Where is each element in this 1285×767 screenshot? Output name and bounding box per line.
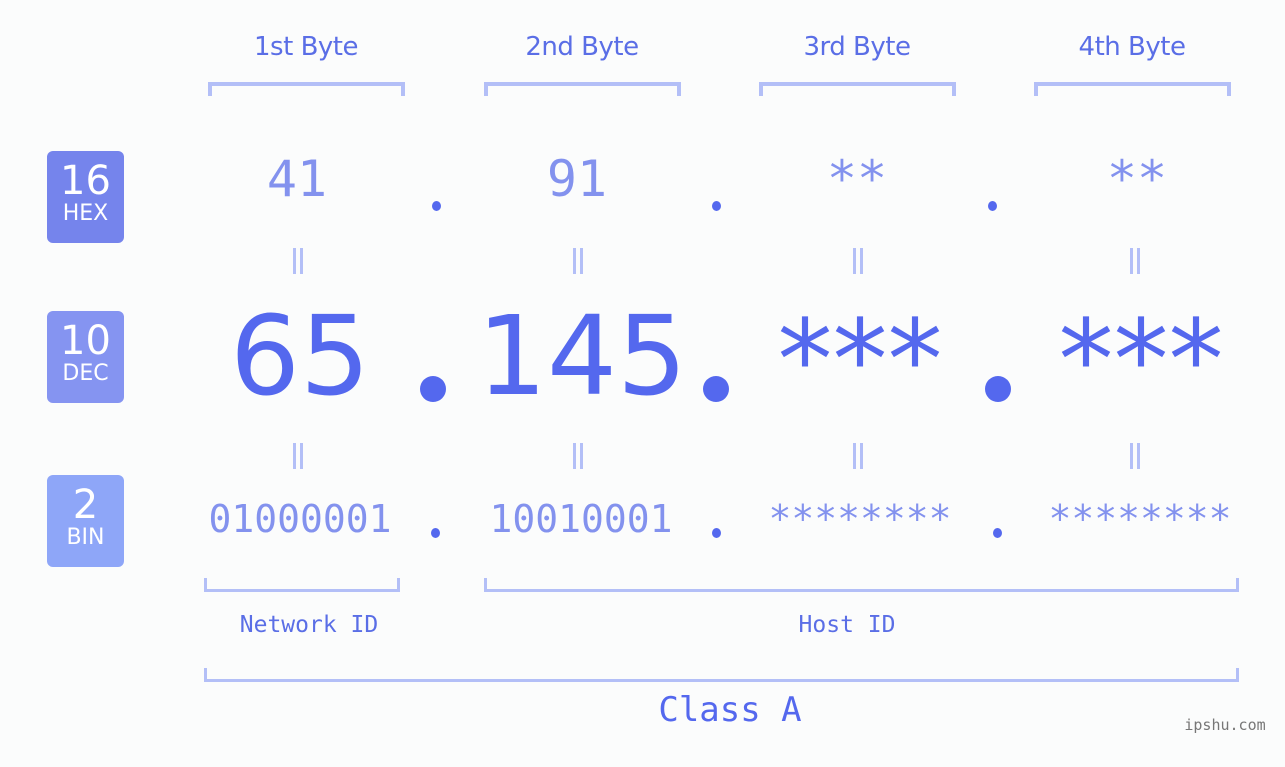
bin-separator-dot-1: [431, 528, 440, 538]
network-id-label: Network ID: [239, 612, 379, 638]
byte-bracket-4: [1034, 82, 1231, 96]
bin-byte-2: 10010001: [489, 497, 673, 541]
bin-badge: 2 BIN: [47, 475, 124, 567]
equals-icon: [293, 248, 303, 274]
bin-separator-dot-3: [993, 528, 1002, 538]
byte-bracket-2: [484, 82, 681, 96]
bin-base: 2: [72, 482, 99, 528]
byte-bracket-1: [208, 82, 405, 96]
dec-byte-2: 145: [477, 292, 687, 420]
hex-base: 16: [60, 158, 111, 204]
hex-separator-dot-2: [712, 201, 721, 211]
dec-separator-dot-3: [985, 376, 1011, 402]
hex-byte-3: **: [826, 150, 888, 208]
dec-unit: DEC: [62, 361, 109, 386]
bin-byte-4: ********: [1048, 497, 1232, 541]
hex-byte-2: 91: [546, 150, 608, 208]
watermark: ipshu.com: [1184, 716, 1266, 734]
byte-header-1: 1st Byte: [254, 32, 358, 62]
byte-header-2: 2nd Byte: [525, 32, 639, 62]
equals-icon: [573, 443, 583, 469]
bin-byte-3: ********: [768, 497, 952, 541]
dec-badge: 10 DEC: [47, 311, 124, 403]
class-label: Class A: [658, 690, 802, 730]
equals-icon: [853, 248, 863, 274]
bin-byte-1: 01000001: [208, 497, 392, 541]
byte-header-3: 3rd Byte: [803, 32, 911, 62]
equals-icon: [1130, 443, 1140, 469]
dec-separator-dot-1: [420, 376, 446, 402]
hex-unit: HEX: [62, 201, 109, 226]
hex-byte-4: **: [1106, 150, 1168, 208]
network-id-bracket: [204, 578, 400, 592]
bin-separator-dot-2: [712, 528, 721, 538]
dec-byte-1: 65: [230, 292, 370, 420]
hex-byte-1: 41: [266, 150, 328, 208]
hex-badge: 16 HEX: [47, 151, 124, 243]
host-id-bracket: [484, 578, 1239, 592]
dec-base: 10: [60, 318, 111, 364]
class-bracket: [204, 668, 1239, 682]
equals-icon: [853, 443, 863, 469]
host-id-label: Host ID: [798, 612, 896, 638]
hex-separator-dot-3: [988, 201, 997, 211]
bin-unit: BIN: [66, 525, 105, 550]
dec-byte-4: ***: [1058, 296, 1224, 424]
byte-header-4: 4th Byte: [1078, 32, 1186, 62]
equals-icon: [1130, 248, 1140, 274]
equals-icon: [293, 443, 303, 469]
hex-separator-dot-1: [432, 201, 441, 211]
dec-separator-dot-2: [703, 376, 729, 402]
dec-byte-3: ***: [777, 296, 943, 424]
byte-bracket-3: [759, 82, 956, 96]
equals-icon: [573, 248, 583, 274]
